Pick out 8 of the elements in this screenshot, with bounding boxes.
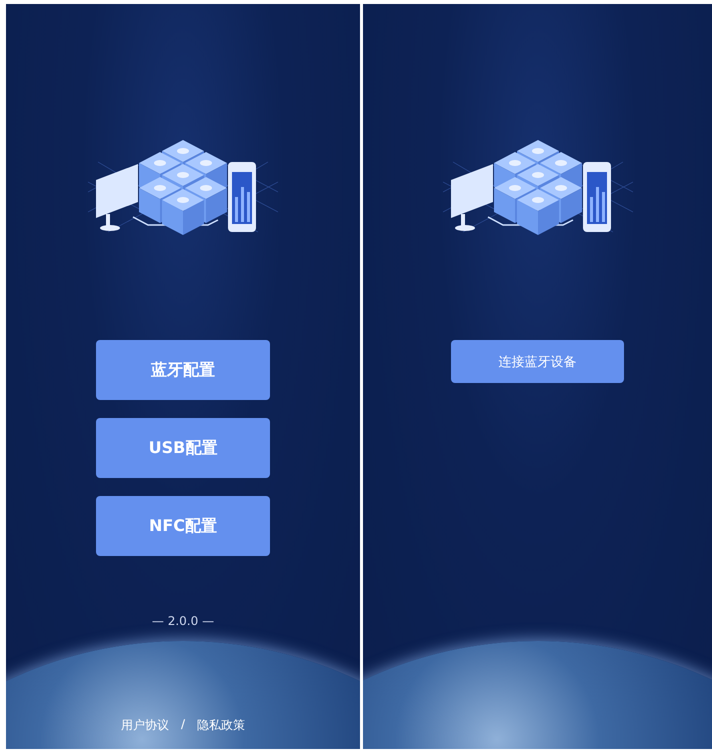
separator-text: / xyxy=(180,717,186,733)
config-button[interactable]: NFC配置 xyxy=(96,496,270,556)
version-text: — 2.0.0 — xyxy=(152,614,214,628)
config-button[interactable]: 蓝牙配置 xyxy=(96,340,270,400)
footer-link[interactable]: 用户协议 xyxy=(120,717,169,734)
connect-button[interactable]: 连接蓝牙设备 xyxy=(451,340,624,383)
footer-link[interactable]: 隐私政策 xyxy=(197,717,246,734)
config-button[interactable]: USB配置 xyxy=(96,418,270,478)
